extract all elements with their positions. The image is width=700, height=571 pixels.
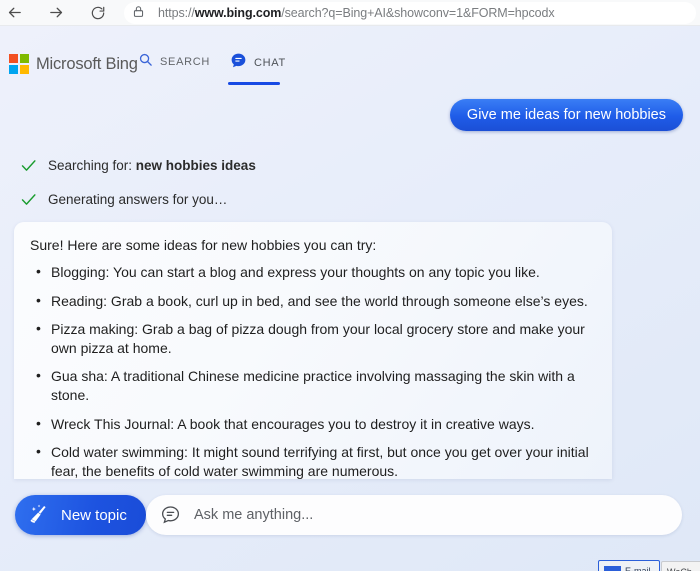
list-item: Blogging: You can start a blog and expre… bbox=[30, 263, 596, 282]
bing-header: Microsoft Bing SEARCH bbox=[0, 48, 700, 90]
url-domain: www.bing.com bbox=[195, 6, 282, 20]
check-icon bbox=[20, 191, 37, 208]
chat-bubble-icon bbox=[160, 504, 183, 527]
chat-input-placeholder: Ask me anything... bbox=[194, 507, 313, 523]
mail-icon bbox=[604, 566, 621, 571]
tab-search-label: SEARCH bbox=[160, 56, 210, 68]
new-topic-button[interactable]: New topic bbox=[15, 495, 146, 535]
taskbar-peek: E-mail WeCh bbox=[0, 557, 700, 571]
url-path: /search?q=Bing+AI&showconv=1&FORM=hpcodx bbox=[281, 6, 554, 20]
list-item: Gua sha: A traditional Chinese medicine … bbox=[30, 367, 596, 404]
chat-bubble-icon bbox=[230, 52, 247, 74]
reload-icon[interactable] bbox=[84, 1, 112, 25]
taskbar-item-email[interactable]: E-mail bbox=[598, 560, 660, 571]
new-topic-label: New topic bbox=[61, 507, 127, 524]
search-icon bbox=[138, 52, 153, 72]
microsoft-logo-icon bbox=[9, 54, 29, 74]
screen: https://www.bing.com/search?q=Bing+AI&sh… bbox=[0, 0, 700, 571]
status-row: Generating answers for you… bbox=[20, 191, 227, 208]
status-prefix: Generating answers for you… bbox=[48, 192, 227, 207]
back-icon[interactable] bbox=[0, 1, 28, 25]
tab-search[interactable]: SEARCH bbox=[138, 48, 210, 90]
status-text: Searching for: new hobbies ideas bbox=[48, 158, 256, 173]
taskbar-item-email-label: E-mail bbox=[625, 566, 651, 571]
list-item: Pizza making: Grab a bag of pizza dough … bbox=[30, 320, 596, 357]
brand-name: Microsoft Bing bbox=[36, 54, 138, 74]
url-scheme: https:// bbox=[158, 6, 195, 20]
status-text: Generating answers for you… bbox=[48, 192, 227, 207]
active-tab-indicator bbox=[228, 82, 280, 85]
browser-toolbar: https://www.bing.com/search?q=Bing+AI&sh… bbox=[0, 0, 700, 26]
broom-icon bbox=[28, 503, 52, 527]
lock-icon bbox=[132, 5, 148, 21]
user-message-text: Give me ideas for new hobbies bbox=[467, 107, 666, 123]
list-item: Wreck This Journal: A book that encourag… bbox=[30, 415, 596, 434]
taskbar-item-wechat-label: WeCh bbox=[667, 567, 692, 571]
answer-list: Blogging: You can start a blog and expre… bbox=[30, 263, 596, 479]
user-message-bubble: Give me ideas for new hobbies bbox=[450, 99, 683, 131]
status-query: new hobbies ideas bbox=[136, 158, 256, 173]
check-icon bbox=[20, 157, 37, 174]
forward-icon[interactable] bbox=[42, 1, 70, 25]
page-content: Microsoft Bing SEARCH bbox=[0, 26, 700, 571]
status-row: Searching for: new hobbies ideas bbox=[20, 157, 256, 174]
assistant-answer-card: Sure! Here are some ideas for new hobbie… bbox=[14, 222, 612, 479]
answer-intro: Sure! Here are some ideas for new hobbie… bbox=[30, 236, 596, 255]
composer-bar: New topic Ask me anything... bbox=[0, 489, 700, 544]
url-bar[interactable]: https://www.bing.com/search?q=Bing+AI&sh… bbox=[124, 2, 696, 24]
chat-input-field[interactable]: Ask me anything... bbox=[146, 495, 682, 535]
taskbar-item-wechat[interactable]: WeCh bbox=[661, 561, 700, 571]
tab-chat-label: CHAT bbox=[254, 57, 286, 69]
list-item: Reading: Grab a book, curl up in bed, an… bbox=[30, 292, 596, 311]
url-text: https://www.bing.com/search?q=Bing+AI&sh… bbox=[158, 6, 555, 20]
list-item: Cold water swimming: It might sound terr… bbox=[30, 443, 596, 479]
status-prefix: Searching for: bbox=[48, 158, 136, 173]
